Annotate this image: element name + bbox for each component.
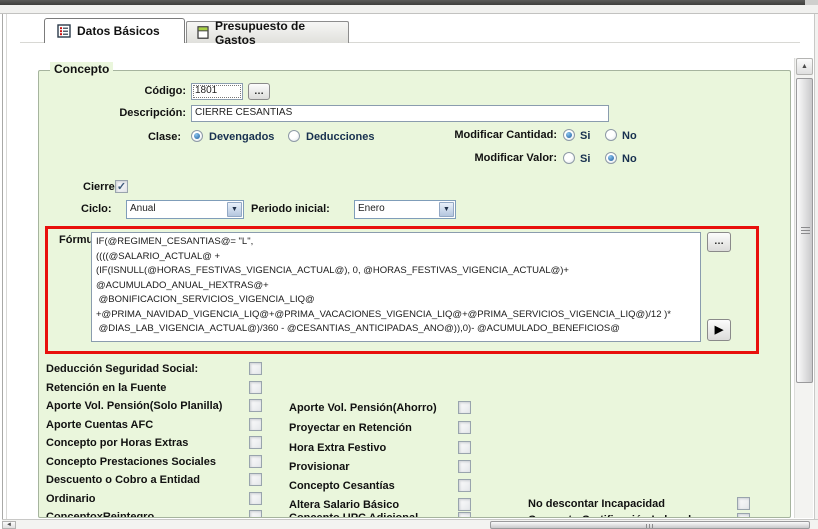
cierre-checkbox[interactable]: ✓ bbox=[115, 180, 128, 193]
groupbox-title: Concepto bbox=[50, 62, 113, 76]
modificar-valor-si-radio[interactable] bbox=[563, 152, 575, 164]
modificar-cantidad-no-radio[interactable] bbox=[605, 129, 617, 141]
grip-line bbox=[801, 233, 810, 234]
periodo-inicial-dropdown[interactable]: Enero ▼ bbox=[354, 200, 456, 219]
flag-checkbox-aporte-vol-pension-planilla[interactable] bbox=[249, 399, 262, 412]
codigo-label: Código: bbox=[91, 85, 186, 97]
flag-label: ConceptoxReintegro bbox=[46, 511, 154, 518]
flag-checkbox-altera-salario-basico[interactable] bbox=[458, 498, 471, 511]
flag-checkbox-ordinario[interactable] bbox=[249, 492, 262, 505]
chevron-down-icon[interactable]: ▼ bbox=[439, 202, 454, 217]
flag-label: Hora Extra Festivo bbox=[289, 442, 386, 454]
tab-datos-basicos[interactable]: Datos Básicos bbox=[44, 18, 185, 43]
grip-line bbox=[652, 524, 653, 528]
tab-label: Presupuesto de Gastos bbox=[215, 19, 348, 47]
clase-deducciones-radio[interactable] bbox=[288, 130, 300, 142]
flag-checkbox-no-descontar-incapacidad[interactable] bbox=[737, 497, 750, 510]
formula-textarea[interactable]: IF(@REGIMEN_CESANTIAS@= "L", ((((@SALARI… bbox=[91, 232, 701, 342]
ellipsis-icon: … bbox=[714, 237, 724, 247]
ciclo-dropdown[interactable]: Anual ▼ bbox=[126, 200, 244, 219]
modificar-cantidad-si-label: Si bbox=[580, 130, 590, 142]
window-border-left-inner bbox=[6, 14, 7, 529]
cierre-label: Cierre bbox=[83, 181, 115, 193]
ciclo-value: Anual bbox=[130, 203, 156, 214]
concepto-groupbox: Código: 1801 … Descripción: CIERRE CESAN… bbox=[38, 70, 791, 518]
flag-label: Aporte Vol. Pensión(Solo Planilla) bbox=[46, 400, 222, 412]
modificar-valor-si-label: Si bbox=[580, 153, 590, 165]
codigo-browse-button[interactable]: … bbox=[248, 83, 270, 100]
flag-label: Deducción Seguridad Social: bbox=[46, 363, 198, 375]
vertical-scrollbar[interactable]: ▲ bbox=[794, 58, 813, 518]
modificar-cantidad-no-label: No bbox=[622, 130, 637, 142]
window-border-left bbox=[2, 14, 3, 529]
flag-label: Ordinario bbox=[46, 493, 96, 505]
horizontal-scrollbar-thumb[interactable] bbox=[490, 521, 810, 529]
ellipsis-icon: … bbox=[254, 87, 264, 97]
flag-checkbox-hora-extra-festivo[interactable] bbox=[458, 441, 471, 454]
tab-label: Datos Básicos bbox=[77, 24, 160, 38]
flag-label: Altera Salario Básico bbox=[289, 499, 399, 511]
periodo-inicial-value: Enero bbox=[358, 203, 385, 214]
grip-line bbox=[646, 524, 647, 528]
codigo-input[interactable]: 1801 bbox=[191, 83, 243, 100]
flag-label: Concepto Prestaciones Sociales bbox=[46, 456, 216, 468]
clase-label: Clase: bbox=[136, 131, 181, 143]
flag-checkbox-proyectar-retencion[interactable] bbox=[458, 421, 471, 434]
descripcion-label: Descripción: bbox=[86, 107, 186, 119]
flag-label: Aporte Vol. Pensión(Ahorro) bbox=[289, 402, 437, 414]
modificar-valor-no-radio[interactable] bbox=[605, 152, 617, 164]
flag-checkbox-retencion-fuente[interactable] bbox=[249, 381, 262, 394]
formula-browse-button[interactable]: … bbox=[707, 232, 731, 252]
list-icon bbox=[57, 24, 71, 38]
clase-devengados-label: Devengados bbox=[209, 131, 274, 143]
flag-checkbox-provisionar[interactable] bbox=[458, 460, 471, 473]
modificar-cantidad-si-radio[interactable] bbox=[563, 129, 575, 141]
vertical-scrollbar-thumb[interactable] bbox=[796, 78, 813, 383]
tab-presupuesto-de-gastos[interactable]: Presupuesto de Gastos bbox=[186, 21, 349, 43]
descripcion-input[interactable]: CIERRE CESANTIAS bbox=[191, 105, 609, 122]
modificar-cantidad-label: Modificar Cantidad: bbox=[401, 129, 557, 141]
flag-label: Concepto Cesantías bbox=[289, 480, 395, 492]
flag-label: Provisionar bbox=[289, 461, 350, 473]
flag-checkbox-concepto-certificacion-laboral[interactable] bbox=[737, 513, 750, 518]
flag-checkbox-descuento-cobro-entidad[interactable] bbox=[249, 473, 262, 486]
flag-checkbox-prestaciones-sociales[interactable] bbox=[249, 455, 262, 468]
grip-line bbox=[649, 524, 650, 528]
scroll-up-icon: ▲ bbox=[801, 63, 808, 70]
flag-label: Aporte Cuentas AFC bbox=[46, 419, 153, 431]
periodo-inicial-label: Periodo inicial: bbox=[251, 203, 330, 215]
ciclo-label: Ciclo: bbox=[81, 203, 112, 215]
flag-checkbox-aporte-vol-pension-ahorro[interactable] bbox=[458, 401, 471, 414]
flag-checkbox-aporte-cuentas-afc[interactable] bbox=[249, 418, 262, 431]
grip-line bbox=[801, 227, 810, 228]
clase-deducciones-label: Deducciones bbox=[306, 131, 374, 143]
flag-checkbox-deduccion-seguridad-social[interactable] bbox=[249, 362, 262, 375]
document-icon bbox=[197, 26, 209, 39]
flag-label: Concepto Certificación Laboral bbox=[528, 514, 691, 518]
flag-checkbox-horas-extras[interactable] bbox=[249, 436, 262, 449]
check-icon: ✓ bbox=[117, 181, 126, 193]
flag-label: No descontar Incapacidad bbox=[528, 498, 665, 510]
chevron-down-icon[interactable]: ▼ bbox=[227, 202, 242, 217]
scroll-up-button[interactable]: ▲ bbox=[796, 58, 813, 75]
flag-checkbox-concepto-reintegro[interactable] bbox=[249, 510, 262, 518]
scroll-left-button[interactable]: ◄ bbox=[2, 521, 16, 529]
flag-label: Proyectar en Retención bbox=[289, 422, 412, 434]
menu-strip bbox=[0, 5, 818, 14]
modificar-valor-label: Modificar Valor: bbox=[401, 152, 557, 164]
flag-label: Concepto UPC Adicional bbox=[289, 512, 418, 518]
flag-checkbox-concepto-cesantias[interactable] bbox=[458, 479, 471, 492]
horizontal-scrollbar[interactable]: ◄ bbox=[2, 519, 818, 529]
scroll-left-icon: ◄ bbox=[6, 522, 12, 528]
flag-checkbox-concepto-upc-adicional[interactable] bbox=[458, 512, 471, 518]
flag-label: Descuento o Cobro a Entidad bbox=[46, 474, 200, 486]
flag-label: Retención en la Fuente bbox=[46, 382, 166, 394]
modificar-valor-no-label: No bbox=[622, 153, 637, 165]
clase-devengados-radio[interactable] bbox=[191, 130, 203, 142]
formula-run-button[interactable]: ▶ bbox=[707, 319, 731, 341]
play-icon: ▶ bbox=[715, 325, 723, 336]
flag-label: Concepto por Horas Extras bbox=[46, 437, 188, 449]
grip-line bbox=[801, 230, 810, 231]
